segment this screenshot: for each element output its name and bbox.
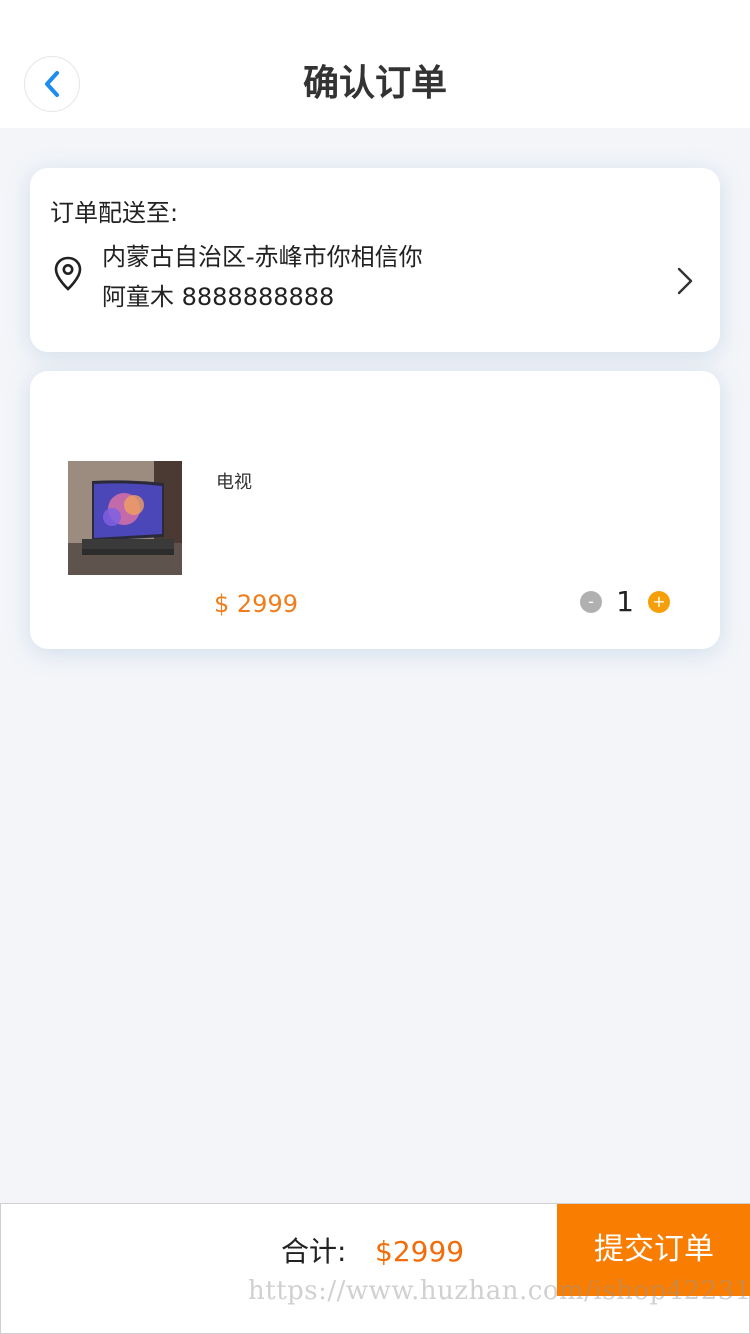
product-name: 电视 bbox=[216, 472, 252, 493]
quantity-value: 1 bbox=[616, 585, 634, 618]
product-image[interactable] bbox=[68, 461, 182, 575]
increase-quantity-button[interactable]: + bbox=[648, 591, 670, 613]
watermark: https://www.huzhan.com/ishop42231 bbox=[248, 1276, 750, 1306]
checkout-bar: 合计: $2999 提交订单 bbox=[0, 1203, 750, 1334]
page-title: 确认订单 bbox=[302, 63, 447, 104]
total-value: $2999 bbox=[375, 1235, 465, 1268]
product-price: $ 2999 bbox=[214, 590, 298, 618]
product-card: 电视 $ 2999 - 1 + bbox=[30, 371, 720, 649]
location-pin-icon bbox=[54, 256, 82, 291]
recipient-line: 阿童木 8888888888 bbox=[102, 283, 335, 311]
address-line: 内蒙古自治区-赤峰市你相信你 bbox=[102, 243, 423, 271]
address-card[interactable]: 订单配送至: 内蒙古自治区-赤峰市你相信你 阿童木 8888888888 bbox=[30, 168, 720, 352]
tv-image-icon bbox=[68, 461, 182, 575]
chevron-right-icon bbox=[677, 267, 693, 295]
decrease-quantity-button[interactable]: - bbox=[580, 591, 602, 613]
address-label: 订单配送至: bbox=[50, 199, 179, 227]
total-label: 合计: bbox=[281, 1235, 347, 1268]
header: 确认订单 bbox=[0, 0, 750, 128]
